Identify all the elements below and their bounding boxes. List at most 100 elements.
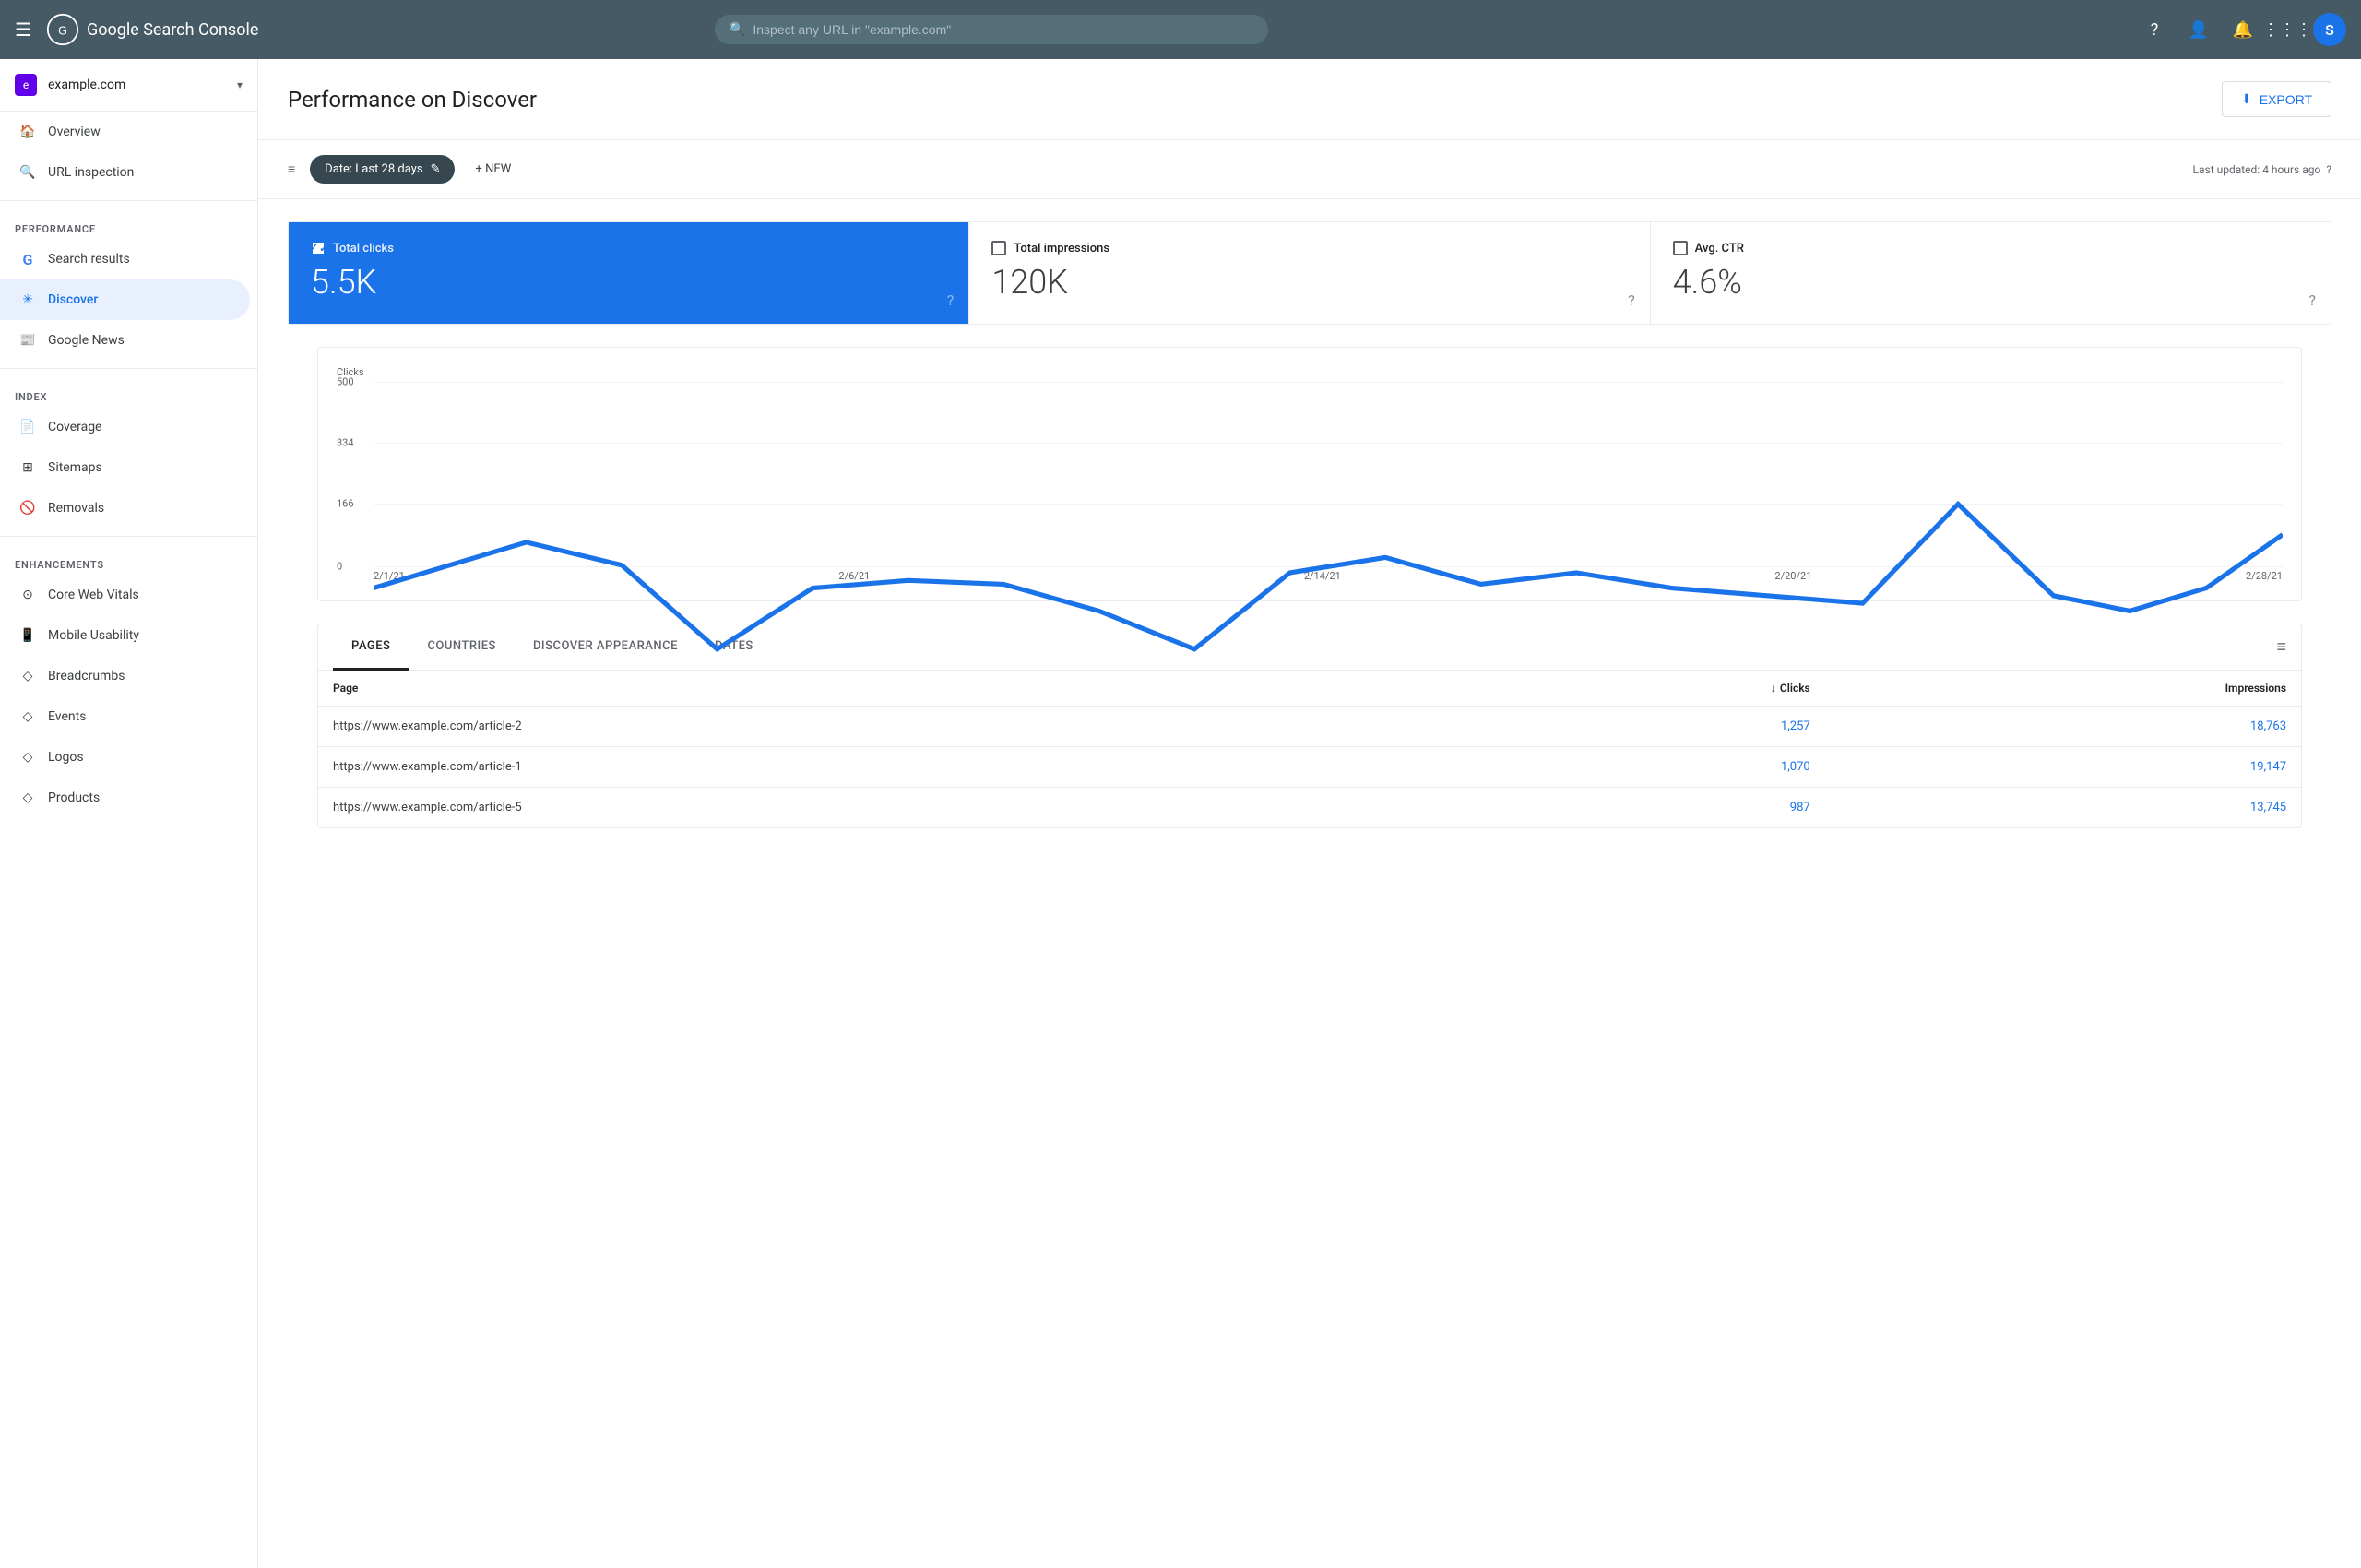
sidebar-divider-1 bbox=[0, 200, 257, 201]
metric-card-total-impressions[interactable]: Total impressions 120K ? bbox=[969, 222, 1650, 324]
new-label: + NEW bbox=[475, 162, 511, 176]
metric-help-ctr[interactable]: ? bbox=[2308, 291, 2316, 309]
sitemaps-icon: ⊞ bbox=[18, 458, 37, 477]
sidebar-label-sitemaps: Sitemaps bbox=[48, 460, 102, 475]
events-icon: ◇ bbox=[18, 707, 37, 726]
sidebar-divider-2 bbox=[0, 368, 257, 369]
last-updated-text: Last updated: 4 hours ago bbox=[2193, 163, 2321, 176]
chart-container: Clicks 500 334 166 0 bbox=[317, 347, 2302, 601]
sidebar-label-core-web-vitals: Core Web Vitals bbox=[48, 588, 139, 602]
metric-value-impressions: 120K bbox=[991, 263, 1627, 302]
metric-value-ctr: 4.6% bbox=[1673, 263, 2308, 302]
sidebar-item-events[interactable]: ◇ Events bbox=[0, 696, 250, 737]
metric-card-avg-ctr[interactable]: Avg. CTR 4.6% ? bbox=[1651, 222, 2331, 324]
sidebar-item-url-inspection[interactable]: 🔍 URL inspection bbox=[0, 152, 250, 193]
search-icon: 🔍 bbox=[18, 163, 37, 182]
metric-label-clicks: Total clicks bbox=[333, 242, 394, 255]
sidebar-label-google-news: Google News bbox=[48, 333, 125, 348]
sidebar-label-search-results: Search results bbox=[48, 252, 130, 267]
sidebar-item-logos[interactable]: ◇ Logos bbox=[0, 737, 250, 778]
chart-y-tick-0: 0 bbox=[337, 561, 342, 573]
sidebar-item-coverage[interactable]: 📄 Coverage bbox=[0, 407, 250, 447]
removals-icon: 🚫 bbox=[18, 499, 37, 517]
sidebar-item-removals[interactable]: 🚫 Removals bbox=[0, 488, 250, 529]
metric-header-ctr: Avg. CTR bbox=[1673, 241, 2308, 255]
avatar[interactable]: S bbox=[2313, 13, 2346, 46]
svg-text:G: G bbox=[58, 24, 67, 37]
home-icon: 🏠 bbox=[18, 123, 37, 141]
cell-impressions-3[interactable]: 13,745 bbox=[1825, 788, 2301, 828]
property-selector[interactable]: e example.com ▾ bbox=[0, 59, 257, 112]
breadcrumbs-icon: ◇ bbox=[18, 667, 37, 685]
cell-clicks-3[interactable]: 987 bbox=[1463, 788, 1825, 828]
metric-checkbox-impressions[interactable] bbox=[991, 241, 1006, 255]
sidebar-item-overview[interactable]: 🏠 Overview bbox=[0, 112, 250, 152]
metric-label-ctr: Avg. CTR bbox=[1695, 242, 1744, 255]
metrics-section: ✓ Total clicks 5.5K ? Total impressions … bbox=[258, 199, 2361, 850]
sidebar-item-breadcrumbs[interactable]: ◇ Breadcrumbs bbox=[0, 656, 250, 696]
sidebar-label-discover: Discover bbox=[48, 292, 98, 307]
filter-bar: ≡ Date: Last 28 days ✎ + NEW Last update… bbox=[258, 140, 2361, 199]
sidebar: e example.com ▾ 🏠 Overview 🔍 URL inspect… bbox=[0, 59, 258, 1568]
app-logo: G Google Search Console bbox=[46, 13, 258, 46]
metric-value-clicks: 5.5K bbox=[311, 263, 946, 302]
metric-help-impressions[interactable]: ? bbox=[1628, 291, 1635, 309]
metric-help-clicks[interactable]: ? bbox=[947, 291, 955, 309]
metrics-cards: ✓ Total clicks 5.5K ? Total impressions … bbox=[288, 221, 2331, 325]
chart-line bbox=[374, 504, 2283, 648]
chart-area: 500 334 166 0 bbox=[337, 382, 2283, 566]
sidebar-label-overview: Overview bbox=[48, 125, 101, 139]
metric-header-clicks: ✓ Total clicks bbox=[311, 241, 946, 255]
apps-icon[interactable]: ⋮⋮⋮ bbox=[2269, 11, 2306, 48]
google-news-icon: 📰 bbox=[18, 331, 37, 350]
sidebar-label-products: Products bbox=[48, 790, 100, 805]
metric-checkbox-ctr[interactable] bbox=[1673, 241, 1688, 255]
discover-icon: ✳ bbox=[18, 291, 37, 309]
date-filter-label: Date: Last 28 days bbox=[325, 162, 422, 176]
sidebar-item-mobile-usability[interactable]: 📱 Mobile Usability bbox=[0, 615, 250, 656]
sidebar-item-sitemaps[interactable]: ⊞ Sitemaps bbox=[0, 447, 250, 488]
export-button[interactable]: ⬇ EXPORT bbox=[2222, 81, 2331, 117]
metric-checkbox-clicks[interactable]: ✓ bbox=[311, 241, 326, 255]
sidebar-item-core-web-vitals[interactable]: ⊙ Core Web Vitals bbox=[0, 575, 250, 615]
search-icon: 🔍 bbox=[730, 22, 745, 37]
mobile-usability-icon: 📱 bbox=[18, 626, 37, 645]
sidebar-item-search-results[interactable]: G Search results bbox=[0, 239, 250, 279]
chart-y-tick-500: 500 bbox=[337, 376, 354, 388]
chart-svg bbox=[374, 382, 2283, 764]
sidebar-divider-3 bbox=[0, 536, 257, 537]
chart-y-tick-166: 166 bbox=[337, 498, 354, 510]
metric-card-total-clicks[interactable]: ✓ Total clicks 5.5K ? bbox=[289, 222, 969, 324]
new-filter-button[interactable]: + NEW bbox=[462, 155, 524, 184]
last-updated-help-icon: ? bbox=[2326, 163, 2331, 176]
section-label-performance: Performance bbox=[0, 208, 257, 239]
search-bar[interactable]: 🔍 bbox=[715, 15, 1268, 44]
page-title: Performance on Discover bbox=[288, 87, 537, 113]
sidebar-label-coverage: Coverage bbox=[48, 420, 101, 434]
sidebar-label-mobile-usability: Mobile Usability bbox=[48, 628, 139, 643]
metric-header-impressions: Total impressions bbox=[991, 241, 1627, 255]
cell-page-3[interactable]: https://www.example.com/article-5 bbox=[318, 788, 1463, 828]
user-settings-icon[interactable]: 👤 bbox=[2180, 11, 2217, 48]
menu-icon[interactable]: ☰ bbox=[15, 18, 31, 41]
sidebar-item-products[interactable]: ◇ Products bbox=[0, 778, 250, 818]
last-updated: Last updated: 4 hours ago ? bbox=[2193, 163, 2331, 176]
coverage-icon: 📄 bbox=[18, 418, 37, 436]
page-header: Performance on Discover ⬇ EXPORT bbox=[258, 59, 2361, 140]
help-button[interactable]: ? bbox=[2136, 11, 2173, 48]
property-chevron-icon: ▾ bbox=[237, 78, 243, 91]
app-header: ☰ G Google Search Console 🔍 ? 👤 🔔 ⋮⋮⋮ S bbox=[0, 0, 2361, 59]
sidebar-item-discover[interactable]: ✳ Discover bbox=[0, 279, 250, 320]
google-logo-icon: G bbox=[46, 13, 79, 46]
export-icon: ⬇ bbox=[2241, 91, 2252, 107]
sidebar-item-google-news[interactable]: 📰 Google News bbox=[0, 320, 250, 361]
section-label-enhancements: Enhancements bbox=[0, 544, 257, 575]
header-actions: ? 👤 🔔 ⋮⋮⋮ S bbox=[2136, 11, 2346, 48]
notifications-icon[interactable]: 🔔 bbox=[2225, 11, 2261, 48]
date-filter-button[interactable]: Date: Last 28 days ✎ bbox=[310, 155, 455, 184]
export-label: EXPORT bbox=[2260, 92, 2312, 107]
sidebar-label-logos: Logos bbox=[48, 750, 84, 765]
search-input[interactable] bbox=[753, 22, 1253, 37]
sidebar-label-events: Events bbox=[48, 709, 86, 724]
app-title: Google Search Console bbox=[87, 20, 258, 40]
